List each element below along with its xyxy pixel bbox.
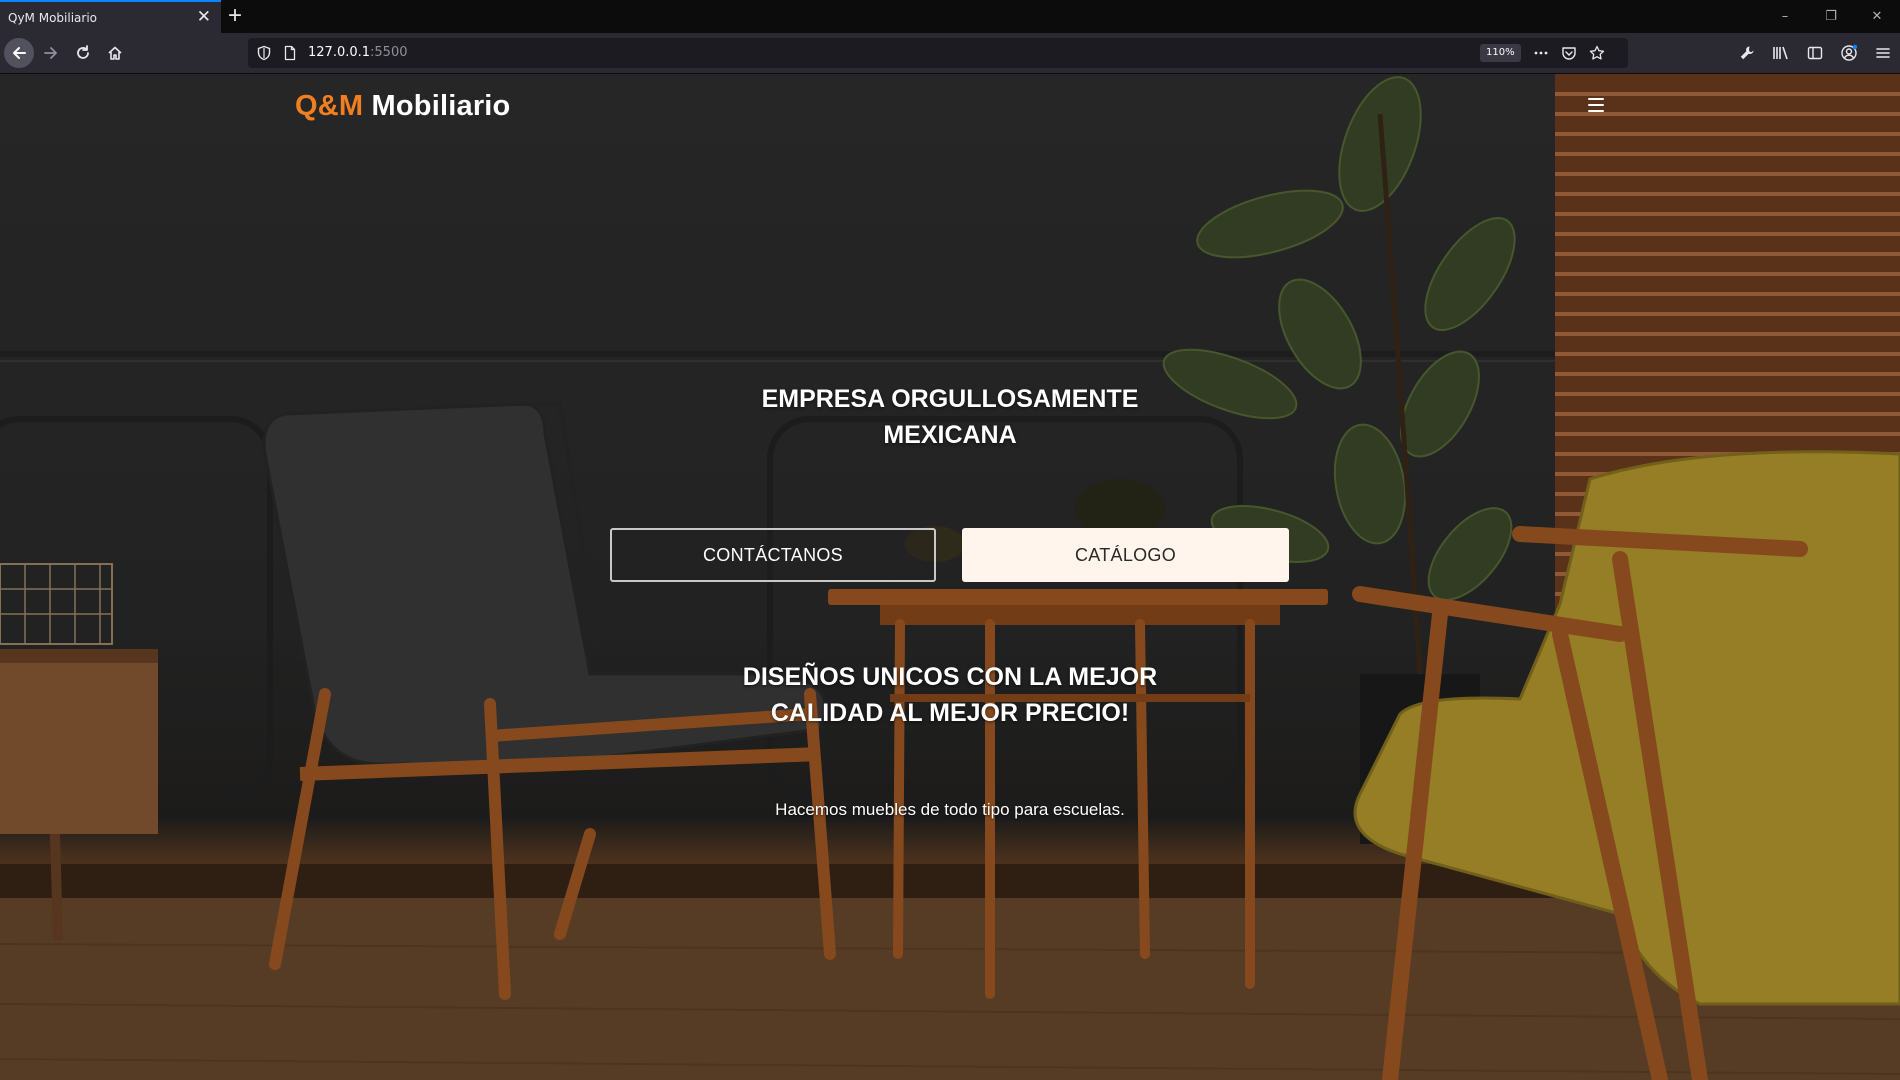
toolbar-icons xyxy=(1734,39,1900,67)
account-icon[interactable] xyxy=(1836,39,1862,67)
page-icon[interactable] xyxy=(282,45,298,61)
forward-arrow-icon[interactable] xyxy=(38,40,64,66)
zoom-level-badge[interactable]: 110% xyxy=(1480,44,1521,62)
hero-subheading: DISEÑOS UNICOS CON LA MEJOR CALIDAD AL M… xyxy=(650,659,1250,731)
reload-icon[interactable] xyxy=(70,40,96,66)
sidebar-icon[interactable] xyxy=(1802,39,1828,67)
close-window-button[interactable]: ✕ xyxy=(1854,0,1900,33)
active-tab[interactable]: QyM Mobiliario ✕ xyxy=(0,0,221,33)
address-bar[interactable]: 127.0.0.1:5500 110% xyxy=(248,38,1628,68)
hero-heading-line-1: EMPRESA ORGULLOSAMENTE xyxy=(761,385,1139,413)
url-port: :5500 xyxy=(370,45,408,60)
menu-icon[interactable] xyxy=(1870,39,1896,67)
site-logo[interactable]: Q&M Mobiliario xyxy=(295,90,510,123)
library-icon[interactable] xyxy=(1768,39,1794,67)
restore-button[interactable]: ❐ xyxy=(1808,0,1854,33)
hero-tagline: Hacemos muebles de todo tipo para escuel… xyxy=(775,800,1125,819)
catalog-button[interactable]: CATÁLOGO xyxy=(962,528,1289,582)
url-text[interactable]: 127.0.0.1:5500 xyxy=(308,45,408,60)
more-actions-icon[interactable] xyxy=(1530,42,1552,64)
hamburger-line xyxy=(1588,98,1604,100)
address-bar-actions xyxy=(1530,42,1608,64)
hamburger-menu-icon[interactable] xyxy=(1588,98,1604,112)
hero-heading-line-2: MEXICANA xyxy=(883,421,1017,449)
hamburger-line xyxy=(1588,104,1604,106)
new-tab-button[interactable]: + xyxy=(228,3,242,29)
hero-subheading-line-2: CALIDAD AL MEJOR PRECIO! xyxy=(770,699,1130,727)
close-tab-icon[interactable]: ✕ xyxy=(197,7,211,27)
minimize-button[interactable]: – xyxy=(1762,0,1808,33)
hero-heading: EMPRESA ORGULLOSAMENTE MEXICANA xyxy=(650,381,1250,453)
home-icon[interactable] xyxy=(102,40,128,66)
hero-dark-overlay xyxy=(0,74,1900,1080)
hero-section: Q&M Mobiliario EMPRESA ORGULLOSAMENTE ME… xyxy=(0,74,1900,1080)
contact-button[interactable]: CONTÁCTANOS xyxy=(610,528,936,582)
bookmark-star-icon[interactable] xyxy=(1586,42,1608,64)
tab-title: QyM Mobiliario xyxy=(8,11,97,25)
hamburger-line xyxy=(1588,110,1604,112)
shield-icon[interactable] xyxy=(256,45,272,61)
tab-strip: QyM Mobiliario ✕ + – ❐ ✕ xyxy=(0,0,1900,33)
brand-accent-text: Q&M xyxy=(295,90,364,122)
pocket-icon[interactable] xyxy=(1558,42,1580,64)
window-controls: – ❐ ✕ xyxy=(1762,0,1900,33)
navigation-toolbar: 127.0.0.1:5500 110% xyxy=(0,33,1900,74)
back-arrow-icon[interactable] xyxy=(4,38,34,68)
wrench-icon[interactable] xyxy=(1734,39,1760,67)
brand-name-text: Mobiliario xyxy=(371,90,511,122)
url-host: 127.0.0.1 xyxy=(308,45,371,60)
hero-subheading-line-1: DISEÑOS UNICOS CON LA MEJOR xyxy=(742,663,1158,691)
